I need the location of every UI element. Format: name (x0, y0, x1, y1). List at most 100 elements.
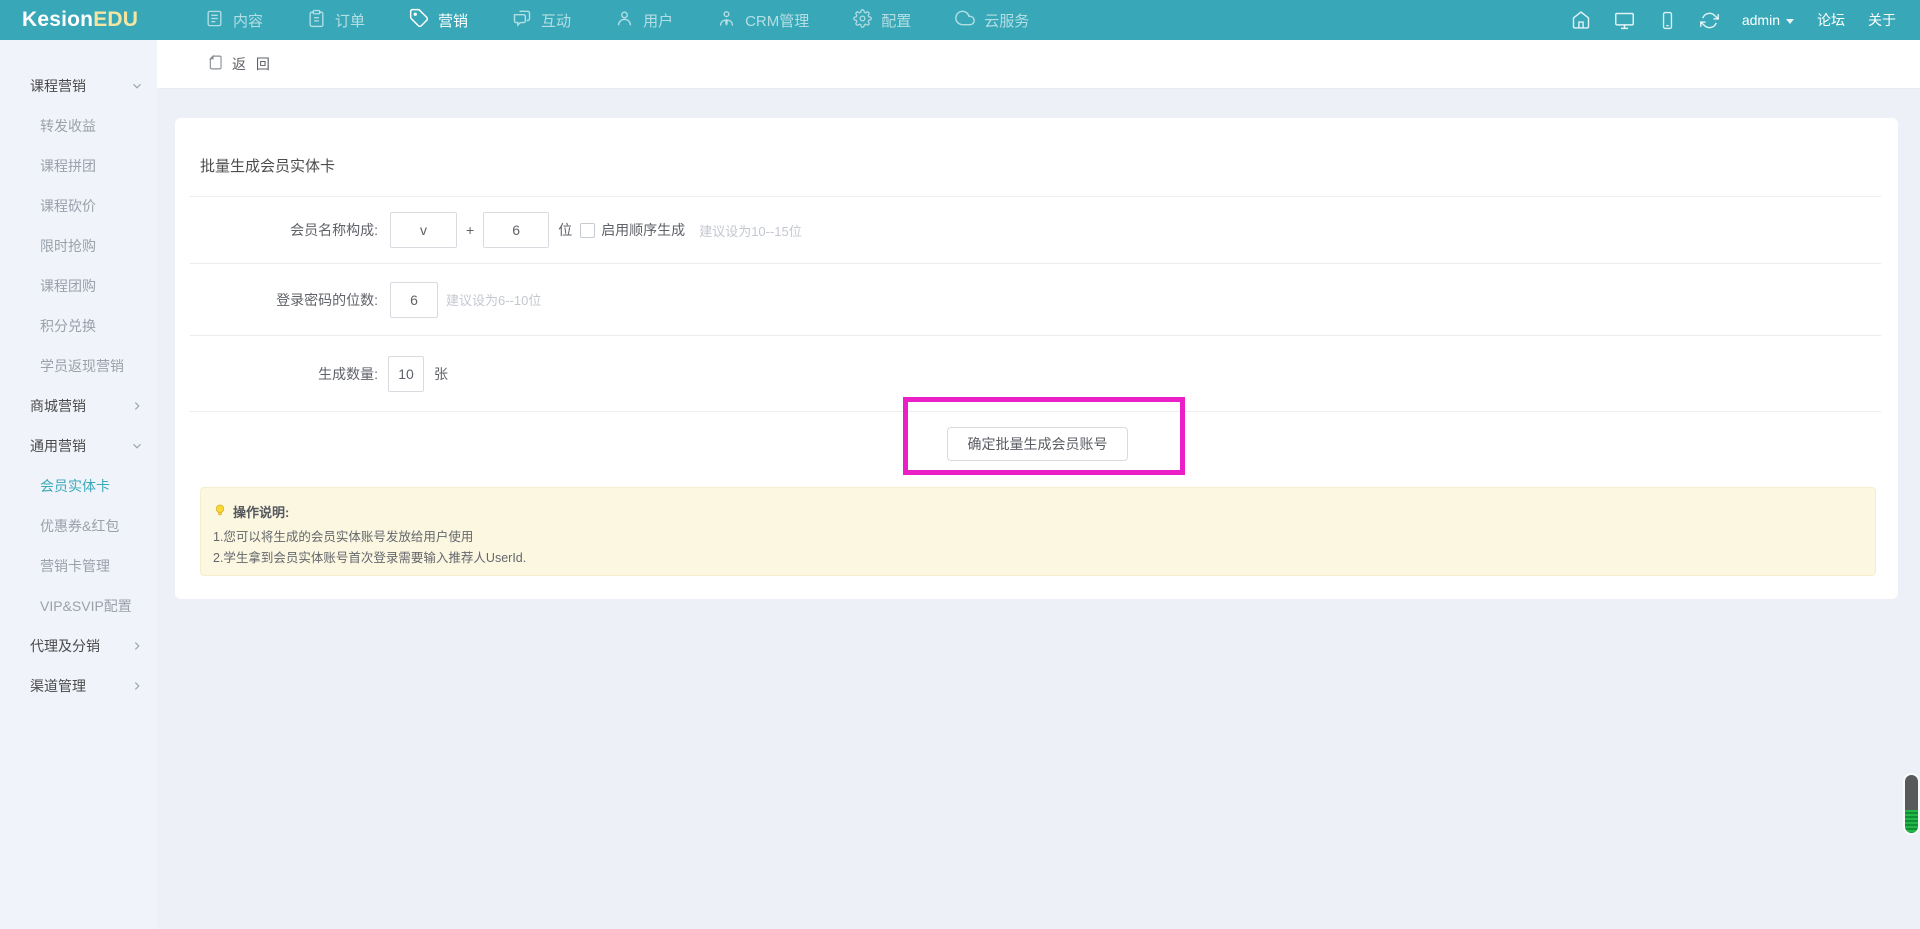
sidebar-group-label: 通用营销 (30, 436, 86, 456)
name-hint: 建议设为10--15位 (699, 221, 802, 240)
sidebar-item-coupon-redpacket[interactable]: 优惠券&红包 (0, 506, 157, 546)
batch-generate-button[interactable]: 确定批量生成会员账号 (947, 427, 1128, 461)
sidebar-item-label: 课程团购 (40, 276, 96, 296)
back-button[interactable]: 返 回 (207, 54, 273, 74)
sidebar-item-label: 营销卡管理 (40, 556, 110, 576)
cloud-icon (955, 8, 975, 32)
note-line: 1.您可以将生成的会员实体账号发放给用户使用 (213, 527, 1875, 548)
password-length-input[interactable] (390, 282, 438, 318)
sidebar-item-label: 课程拼团 (40, 156, 96, 176)
document-icon (205, 9, 224, 32)
sidebar-group-label: 商城营销 (30, 396, 86, 416)
logo-accent: EDU (93, 8, 138, 31)
nav-item-cloud[interactable]: 云服务 (955, 8, 1029, 32)
admin-dropdown[interactable]: admin (1742, 12, 1794, 28)
quantity-row: 生成数量: 张 (175, 336, 1898, 411)
clipboard-icon (307, 9, 326, 32)
quantity-label: 生成数量: (175, 364, 378, 384)
instructions-note: 操作说明: 1.您可以将生成的会员实体账号发放给用户使用 2.学生拿到会员实体账… (200, 487, 1876, 576)
sidebar-item-course-group-buy[interactable]: 课程拼团 (0, 146, 157, 186)
top-navbar: KesionEDU 内容 订单 营销 互动 用户 CRM管理 配置 (0, 0, 1920, 40)
forum-link[interactable]: 论坛 (1817, 10, 1845, 30)
chat-icon (512, 8, 532, 32)
sidebar-item-points-exchange[interactable]: 积分兑换 (0, 306, 157, 346)
chevron-right-icon (130, 399, 144, 413)
main-menu: 内容 订单 营销 互动 用户 CRM管理 配置 云服务 (205, 8, 1073, 32)
home-icon[interactable] (1571, 10, 1591, 30)
note-title: 操作说明: (233, 502, 289, 521)
sidebar-group-general-marketing[interactable]: 通用营销 (0, 426, 157, 466)
sidebar-item-label: VIP&SVIP配置 (40, 596, 132, 616)
sequence-checkbox[interactable] (580, 223, 595, 238)
sidebar-item-label: 限时抢购 (40, 236, 96, 256)
member-name-row: 会员名称构成: + 位 启用顺序生成 建议设为10--15位 (175, 197, 1898, 263)
monitor-icon[interactable] (1614, 10, 1635, 31)
refresh-icon[interactable] (1700, 11, 1719, 30)
sidebar-item-student-cashback[interactable]: 学员返现营销 (0, 346, 157, 386)
mobile-icon[interactable] (1658, 11, 1677, 30)
password-hint: 建议设为6--10位 (446, 290, 541, 309)
person-tie-icon (717, 9, 736, 32)
note-line: 2.学生拿到会员实体账号首次登录需要输入推荐人UserId. (213, 548, 1875, 569)
bulb-icon (213, 503, 227, 521)
admin-username: admin (1742, 12, 1780, 28)
nav-item-settings[interactable]: 配置 (853, 9, 911, 32)
nav-item-users[interactable]: 用户 (615, 9, 673, 32)
member-name-label: 会员名称构成: (175, 220, 378, 240)
main-content: 批量生成会员实体卡 会员名称构成: + 位 启用顺序生成 建议设为10--15位… (157, 89, 1920, 929)
batch-generate-card: 批量生成会员实体卡 会员名称构成: + 位 启用顺序生成 建议设为10--15位… (175, 118, 1898, 599)
sidebar-item-label: 学员返现营销 (40, 356, 124, 376)
logo-primary: Kesion (22, 8, 93, 31)
sidebar-group-agent-distribution[interactable]: 代理及分销 (0, 626, 157, 666)
nav-item-content[interactable]: 内容 (205, 9, 263, 32)
sidebar-group-label: 课程营销 (30, 76, 86, 96)
back-icon (207, 54, 224, 74)
sidebar-item-label: 会员实体卡 (40, 476, 110, 496)
app-logo[interactable]: KesionEDU (0, 8, 157, 32)
sidebar-group-label: 代理及分销 (30, 636, 100, 656)
name-digits-input[interactable] (483, 212, 549, 248)
sidebar-item-flash-sale[interactable]: 限时抢购 (0, 226, 157, 266)
nav-item-marketing[interactable]: 营销 (409, 8, 468, 32)
nav-item-label: 内容 (233, 10, 263, 31)
submit-zone: 确定批量生成会员账号 (175, 412, 1898, 491)
chevron-right-icon (130, 679, 144, 693)
sidebar-group-course-marketing[interactable]: 课程营销 (0, 66, 157, 106)
sidebar-item-forward-revenue[interactable]: 转发收益 (0, 106, 157, 146)
sidebar-item-label: 课程砍价 (40, 196, 96, 216)
navbar-right: admin 论坛 关于 (1571, 0, 1896, 40)
sidebar-item-marketing-card[interactable]: 营销卡管理 (0, 546, 157, 586)
chevron-down-icon (130, 79, 144, 93)
nav-item-crm[interactable]: CRM管理 (717, 9, 809, 32)
name-prefix-input[interactable] (390, 212, 457, 248)
page-title: 批量生成会员实体卡 (200, 155, 335, 176)
nav-item-label: 用户 (643, 10, 673, 31)
sidebar-group-channel-management[interactable]: 渠道管理 (0, 666, 157, 706)
nav-item-label: 订单 (335, 10, 365, 31)
sidebar-group-mall-marketing[interactable]: 商城营销 (0, 386, 157, 426)
chevron-down-icon (130, 439, 144, 453)
user-icon (615, 9, 634, 32)
nav-item-orders[interactable]: 订单 (307, 9, 365, 32)
scroll-indicator (1905, 775, 1918, 833)
sidebar-item-member-card[interactable]: 会员实体卡 (0, 466, 157, 506)
about-link[interactable]: 关于 (1868, 10, 1896, 30)
nav-item-interaction[interactable]: 互动 (512, 8, 571, 32)
sidebar-item-course-group-purchase[interactable]: 课程团购 (0, 266, 157, 306)
sidebar: 课程营销 转发收益 课程拼团 课程砍价 限时抢购 课程团购 积分兑换 学员返现营… (0, 40, 157, 929)
card-header: 批量生成会员实体卡 (175, 118, 1898, 196)
sidebar-item-vip-config[interactable]: VIP&SVIP配置 (0, 586, 157, 626)
chevron-right-icon (130, 639, 144, 653)
scroll-indicator-stripes (1905, 810, 1918, 833)
scroll-indicator-track (1905, 775, 1918, 810)
sequence-checkbox-label: 启用顺序生成 (601, 220, 685, 240)
sidebar-item-course-bargain[interactable]: 课程砍价 (0, 186, 157, 226)
tag-icon (409, 8, 429, 32)
sidebar-item-label: 积分兑换 (40, 316, 96, 336)
sidebar-item-label: 优惠券&红包 (40, 516, 119, 536)
plus-sign: + (466, 222, 474, 238)
quantity-unit: 张 (434, 364, 448, 384)
chevron-down-icon (1786, 19, 1794, 24)
quantity-input[interactable] (388, 356, 424, 392)
nav-item-label: 互动 (541, 10, 571, 31)
